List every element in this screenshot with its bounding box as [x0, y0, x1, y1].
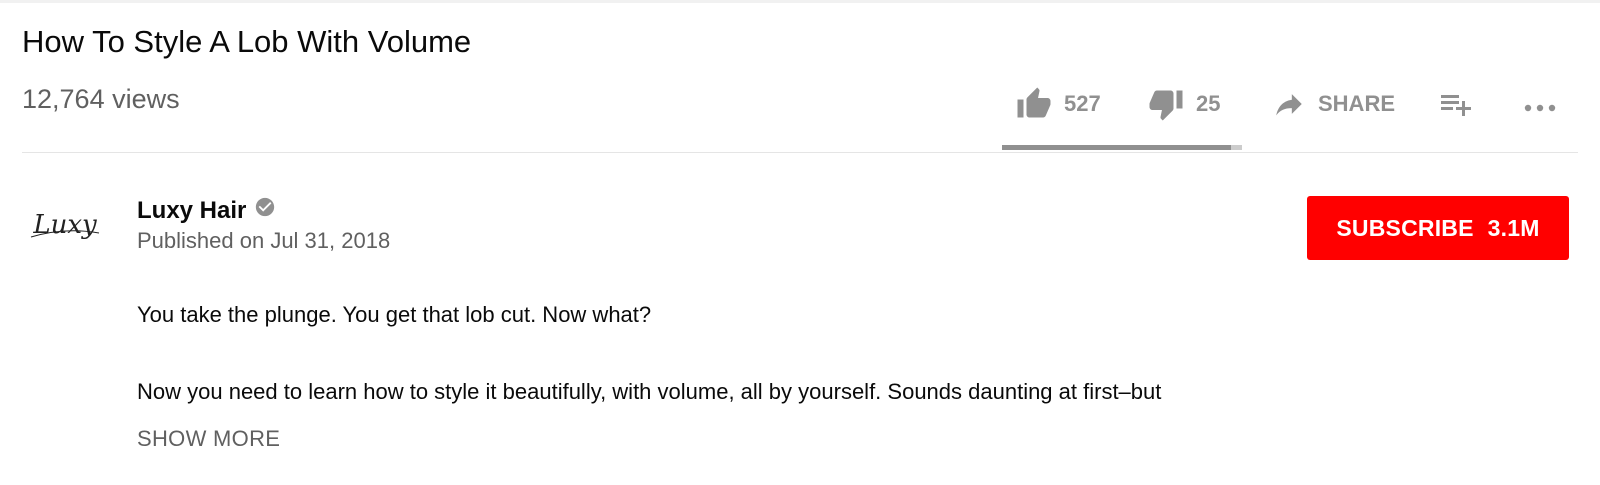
luxy-logo: Luxy	[30, 210, 100, 240]
playlist-add-icon	[1438, 86, 1474, 122]
view-count: 12,764 views	[22, 84, 180, 114]
publish-date: Published on Jul 31, 2018	[137, 228, 391, 253]
dislike-button[interactable]: 25	[1148, 84, 1220, 124]
description-line: You take the plunge. You get that lob cu…	[137, 302, 652, 327]
show-more-button[interactable]: SHOW MORE	[137, 426, 280, 452]
like-dislike-sentiment-bar	[1002, 145, 1242, 150]
divider	[22, 152, 1578, 153]
thumbs-down-icon	[1148, 86, 1184, 122]
add-to-playlist-button[interactable]	[1438, 84, 1474, 124]
share-button[interactable]: SHARE	[1272, 84, 1395, 124]
subscribe-label: SUBSCRIBE	[1336, 214, 1474, 241]
like-button[interactable]: 527	[1016, 84, 1101, 124]
verified-check-icon	[254, 196, 276, 225]
video-title: How To Style A Lob With Volume	[22, 24, 472, 59]
sentiment-bar-likes	[1002, 145, 1232, 150]
description-line: Now you need to learn how to style it be…	[137, 379, 1162, 404]
subscribe-button[interactable]: SUBSCRIBE 3.1M	[1307, 196, 1569, 260]
more-horizontal-icon	[1520, 86, 1560, 126]
share-arrow-icon	[1272, 87, 1306, 121]
more-actions-button[interactable]	[1520, 86, 1560, 126]
top-border	[0, 0, 1600, 3]
like-count: 527	[1064, 91, 1101, 116]
channel-name-link[interactable]: Luxy Hair	[137, 196, 276, 225]
subscriber-count: 3.1M	[1487, 214, 1540, 241]
channel-name: Luxy Hair	[137, 196, 247, 224]
thumbs-up-icon	[1016, 86, 1052, 122]
svg-text:Luxy: Luxy	[32, 210, 97, 240]
dislike-count: 25	[1196, 91, 1221, 116]
share-label: SHARE	[1318, 91, 1396, 116]
channel-avatar[interactable]: Luxy	[22, 192, 108, 256]
